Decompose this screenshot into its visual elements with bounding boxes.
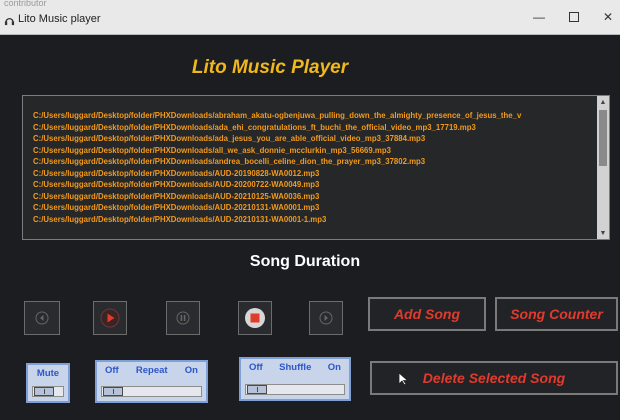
scroll-down-icon[interactable]: ▼ (597, 227, 609, 239)
close-icon: ✕ (602, 10, 614, 24)
shuffle-on-label: On (327, 362, 341, 373)
next-icon (319, 311, 333, 325)
playlist-item[interactable]: C:/Users/luggard/Desktop/folder/PHXDownl… (33, 145, 593, 157)
previous-icon (35, 311, 49, 325)
song-counter-button[interactable]: Song Counter (495, 297, 618, 331)
minimize-icon: — (533, 10, 545, 24)
playlist-item[interactable]: C:/Users/luggard/Desktop/folder/PHXDownl… (33, 168, 593, 180)
close-button[interactable]: ✕ (597, 8, 619, 26)
mute-slider-track[interactable] (32, 386, 64, 397)
previous-button[interactable] (24, 301, 60, 335)
stop-icon (245, 308, 265, 328)
repeat-toggle[interactable]: Off Repeat On (95, 360, 208, 403)
window-title: Lito Music player (18, 13, 101, 25)
playlist-item[interactable]: C:/Users/luggard/Desktop/folder/PHXDownl… (33, 214, 593, 226)
shuffle-slider-knob[interactable] (247, 385, 267, 394)
mute-slider-knob[interactable] (34, 387, 54, 396)
playlist-item[interactable]: C:/Users/luggard/Desktop/folder/PHXDownl… (33, 179, 593, 191)
shuffle-toggle[interactable]: Off Shuffle On (239, 357, 351, 401)
mute-toggle[interactable]: Mute (26, 363, 70, 403)
background-faint-text: contributor (4, 0, 47, 8)
shuffle-label-row: Off Shuffle On (241, 362, 349, 373)
repeat-off-label: Off (105, 365, 119, 376)
maximize-icon (569, 12, 579, 22)
repeat-slider-track[interactable] (101, 386, 202, 397)
playlist-item[interactable]: C:/Users/luggard/Desktop/folder/PHXDownl… (33, 202, 593, 214)
stop-button[interactable] (238, 301, 272, 335)
song-duration-label: Song Duration (249, 253, 361, 270)
scroll-up-icon[interactable]: ▲ (597, 96, 609, 108)
pause-icon (176, 311, 190, 325)
maximize-button[interactable] (563, 8, 585, 26)
shuffle-label: Shuffle (279, 362, 312, 373)
mute-label: Mute (36, 368, 60, 379)
next-button[interactable] (309, 301, 343, 335)
delete-selected-song-label: Delete Selected Song (422, 370, 566, 386)
repeat-label-row: Off Repeat On (97, 365, 206, 376)
playlist-item[interactable]: C:/Users/luggard/Desktop/folder/PHXDownl… (33, 122, 593, 134)
playlist-listbox[interactable]: C:/Users/luggard/Desktop/folder/PHXDownl… (22, 95, 610, 240)
playlist-item[interactable]: C:/Users/luggard/Desktop/folder/PHXDownl… (33, 133, 593, 145)
repeat-slider-knob[interactable] (103, 387, 123, 396)
repeat-on-label: On (184, 365, 198, 376)
repeat-label: Repeat (135, 365, 168, 376)
mute-label-row: Mute (28, 368, 68, 379)
playlist-item[interactable]: C:/Users/luggard/Desktop/folder/PHXDownl… (33, 156, 593, 168)
shuffle-off-label: Off (249, 362, 263, 373)
play-icon (100, 308, 120, 328)
app-title: Lito Music Player (191, 57, 349, 78)
playlist-items: C:/Users/luggard/Desktop/folder/PHXDownl… (33, 110, 593, 225)
playlist-scrollbar[interactable]: ▲ ▼ (597, 96, 609, 239)
pause-button[interactable] (166, 301, 200, 335)
play-button[interactable] (93, 301, 127, 335)
window-titlebar: contributor Lito Music player — ✕ (0, 0, 620, 35)
scrollbar-thumb[interactable] (599, 110, 607, 166)
minimize-button[interactable]: — (528, 8, 550, 26)
playlist-item[interactable]: C:/Users/luggard/Desktop/folder/PHXDownl… (33, 191, 593, 203)
playlist-item[interactable]: C:/Users/luggard/Desktop/folder/PHXDownl… (33, 110, 593, 122)
mouse-cursor-icon (398, 372, 409, 386)
delete-selected-song-button[interactable]: Delete Selected Song (370, 361, 618, 395)
shuffle-slider-track[interactable] (245, 384, 345, 395)
app-icon (4, 18, 15, 26)
add-song-button[interactable]: Add Song (368, 297, 486, 331)
player-main-area: Lito Music Player C:/Users/luggard/Deskt… (0, 35, 620, 420)
